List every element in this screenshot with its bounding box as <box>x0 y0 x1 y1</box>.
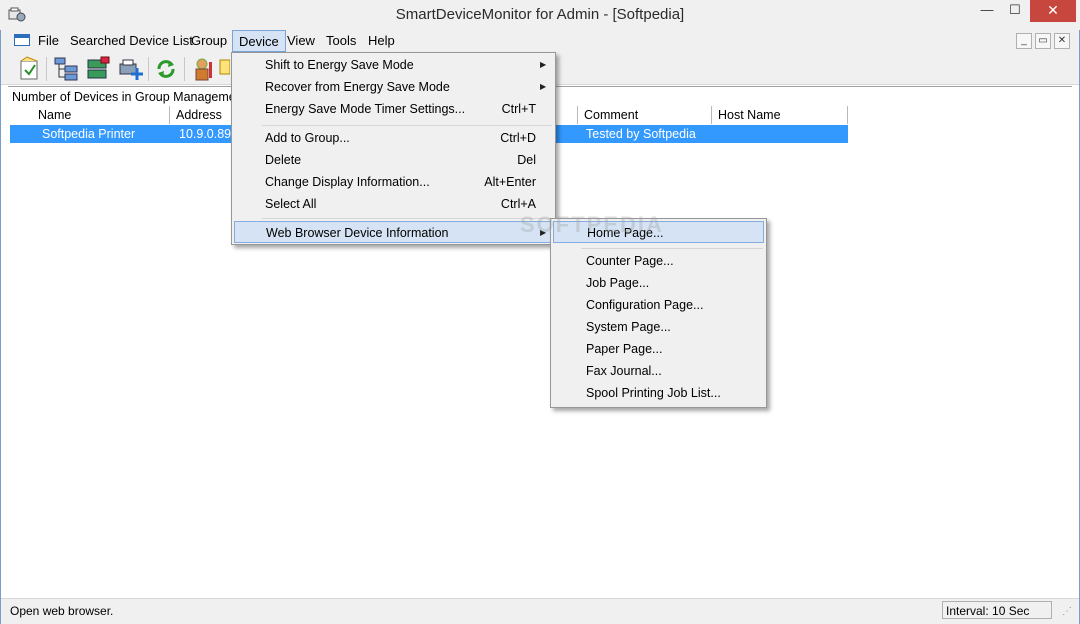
menu-device[interactable]: Device <box>232 30 286 52</box>
window-title: SmartDeviceMonitor for Admin - [Softpedi… <box>395 6 685 23</box>
close-button[interactable]: ✕ <box>1030 0 1076 22</box>
menu-item-paper-page[interactable]: Paper Page... <box>553 338 764 360</box>
refresh-interval: Interval: 10 Sec <box>942 601 1052 619</box>
menu-item-configuration-page[interactable]: Configuration Page... <box>553 294 764 316</box>
menu-item-add-to-group[interactable]: Add to Group... Ctrl+D <box>234 127 553 149</box>
cell-device-address: 10.9.0.89 <box>179 127 232 141</box>
toolbar-separator <box>184 57 185 81</box>
menu-item-fax-journal[interactable]: Fax Journal... <box>553 360 764 382</box>
toolbar-separator <box>148 57 149 81</box>
menu-separator <box>262 218 552 219</box>
device-menu: Shift to Energy Save Mode ▶ Recover from… <box>231 52 556 245</box>
column-header-host-name[interactable]: Host Name <box>712 106 848 124</box>
cell-device-name: Softpedia Printer <box>42 127 136 141</box>
menu-tools[interactable]: Tools <box>320 30 362 52</box>
toolbar-separator <box>46 57 47 81</box>
minimize-button[interactable]: — <box>974 0 1000 22</box>
menu-item-change-display-info[interactable]: Change Display Information... Alt+Enter <box>234 171 553 193</box>
menu-file[interactable]: File <box>32 30 65 52</box>
user-settings-icon[interactable] <box>190 56 216 82</box>
new-group-icon[interactable] <box>16 56 42 82</box>
mdi-minimize-button[interactable]: _ <box>1016 33 1032 49</box>
mdi-restore-button[interactable]: ▭ <box>1035 33 1051 49</box>
submenu-arrow-icon: ▶ <box>540 60 547 69</box>
maximize-button[interactable]: ☐ <box>1002 0 1028 22</box>
group-device-count-label: Number of Devices in Group Managemer <box>12 90 240 104</box>
column-header-comment[interactable]: Comment <box>578 106 712 124</box>
group-devices-icon[interactable] <box>85 56 111 82</box>
column-header-name[interactable]: Name <box>10 106 170 124</box>
mdi-close-button[interactable]: ✕ <box>1054 33 1070 49</box>
refresh-icon[interactable] <box>153 56 179 82</box>
cell-device-comment: Tested by Softpedia <box>586 127 696 141</box>
menu-item-energy-timer-settings[interactable]: Energy Save Mode Timer Settings... Ctrl+… <box>234 98 553 120</box>
resize-grip-icon[interactable]: ⋰ <box>1062 606 1076 620</box>
menu-item-recover-energy-save[interactable]: Recover from Energy Save Mode ▶ <box>234 76 553 98</box>
menu-item-spool-printing-job-list[interactable]: Spool Printing Job List... <box>553 382 764 404</box>
add-printer-icon[interactable] <box>117 56 143 82</box>
submenu-arrow-icon: ▶ <box>540 82 547 91</box>
status-message: Open web browser. <box>10 604 114 618</box>
menu-group[interactable]: Group <box>185 30 233 52</box>
menu-item-delete[interactable]: Delete Del <box>234 149 553 171</box>
status-bar: Open web browser. Interval: 10 Sec <box>1 598 1079 624</box>
menu-item-counter-page[interactable]: Counter Page... <box>553 250 764 272</box>
menu-searched-device-list[interactable]: Searched Device List <box>64 30 199 52</box>
menu-item-web-browser-device-info[interactable]: Web Browser Device Information ▶ <box>234 221 553 243</box>
device-tree-icon[interactable] <box>53 56 79 82</box>
menu-item-select-all[interactable]: Select All Ctrl+A <box>234 193 553 215</box>
menu-item-job-page[interactable]: Job Page... <box>553 272 764 294</box>
menu-item-shift-energy-save[interactable]: Shift to Energy Save Mode ▶ <box>234 54 553 76</box>
web-browser-submenu: Home Page... Counter Page... Job Page...… <box>550 218 767 408</box>
softpedia-watermark: SOFTPEDIA <box>520 212 664 237</box>
menu-view[interactable]: View <box>281 30 321 52</box>
document-window-icon[interactable] <box>14 34 30 46</box>
menu-separator <box>581 248 763 249</box>
menu-help[interactable]: Help <box>362 30 401 52</box>
calendar-icon[interactable] <box>218 56 230 82</box>
menu-item-system-page[interactable]: System Page... <box>553 316 764 338</box>
menu-separator <box>262 125 552 126</box>
